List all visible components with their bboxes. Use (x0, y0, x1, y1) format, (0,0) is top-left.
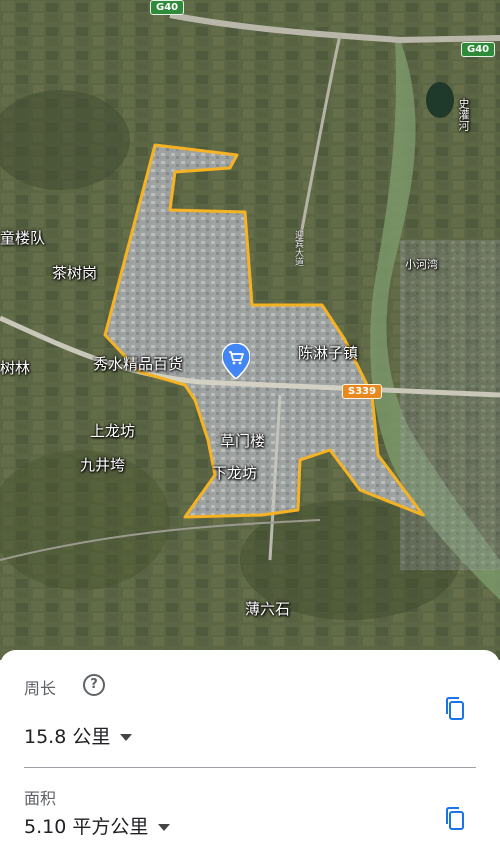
place-label-chashugang: 茶树岗 (52, 264, 98, 282)
g40-right-shield: G40 (461, 42, 496, 57)
yingbin-road-label: 迎宾大道 (293, 230, 303, 266)
copy-icon[interactable] (444, 806, 466, 832)
place-label-xiaohewan: 小河湾 (405, 258, 438, 271)
copy-icon[interactable] (444, 696, 466, 722)
help-icon[interactable]: ? (83, 674, 105, 696)
place-label-tonglou: 童楼队 (0, 229, 46, 247)
place-label-shiguanhe: 史灌河 (457, 98, 470, 131)
place-label-xialongfang: 下龙坊 (212, 464, 258, 482)
area-value: 5.10 平方公里 (24, 816, 149, 838)
satellite-imagery (0, 0, 500, 660)
place-label-shulin: 树林 (0, 359, 31, 377)
place-label-chenlinzi: 陈淋子镇 (298, 344, 359, 362)
area-unit-dropdown[interactable]: 5.10 平方公里 (24, 812, 171, 839)
perimeter-value: 15.8 公里 (24, 726, 111, 748)
area-label: 面积 (24, 789, 57, 808)
divider (24, 767, 476, 768)
shopping-cart-icon[interactable] (222, 343, 250, 379)
place-label-caomenlou: 草门楼 (220, 432, 266, 450)
measurement-panel: 周长 ? 15.8 公里 面积 5.10 平方公里 (0, 650, 500, 856)
g40-top-shield: G40 (150, 0, 185, 15)
place-label-jiujingwan: 九井垮 (80, 456, 126, 474)
chevron-down-icon (158, 824, 171, 831)
perimeter-label: 周长 (24, 679, 57, 698)
place-label-boliushi: 薄六石 (245, 600, 291, 618)
chevron-down-icon (120, 734, 133, 741)
place-label-xiushui[interactable]: 秀水精品百货 (93, 353, 183, 374)
perimeter-unit-dropdown[interactable]: 15.8 公里 (24, 722, 133, 749)
s339-shield: S339 (342, 384, 383, 399)
map-view[interactable]: G40 G40 S339 迎宾大道 童楼队 茶树岗 树林 秀水精品百货 陈淋子镇… (0, 0, 500, 660)
place-label-shanglongfang: 上龙坊 (90, 422, 136, 440)
